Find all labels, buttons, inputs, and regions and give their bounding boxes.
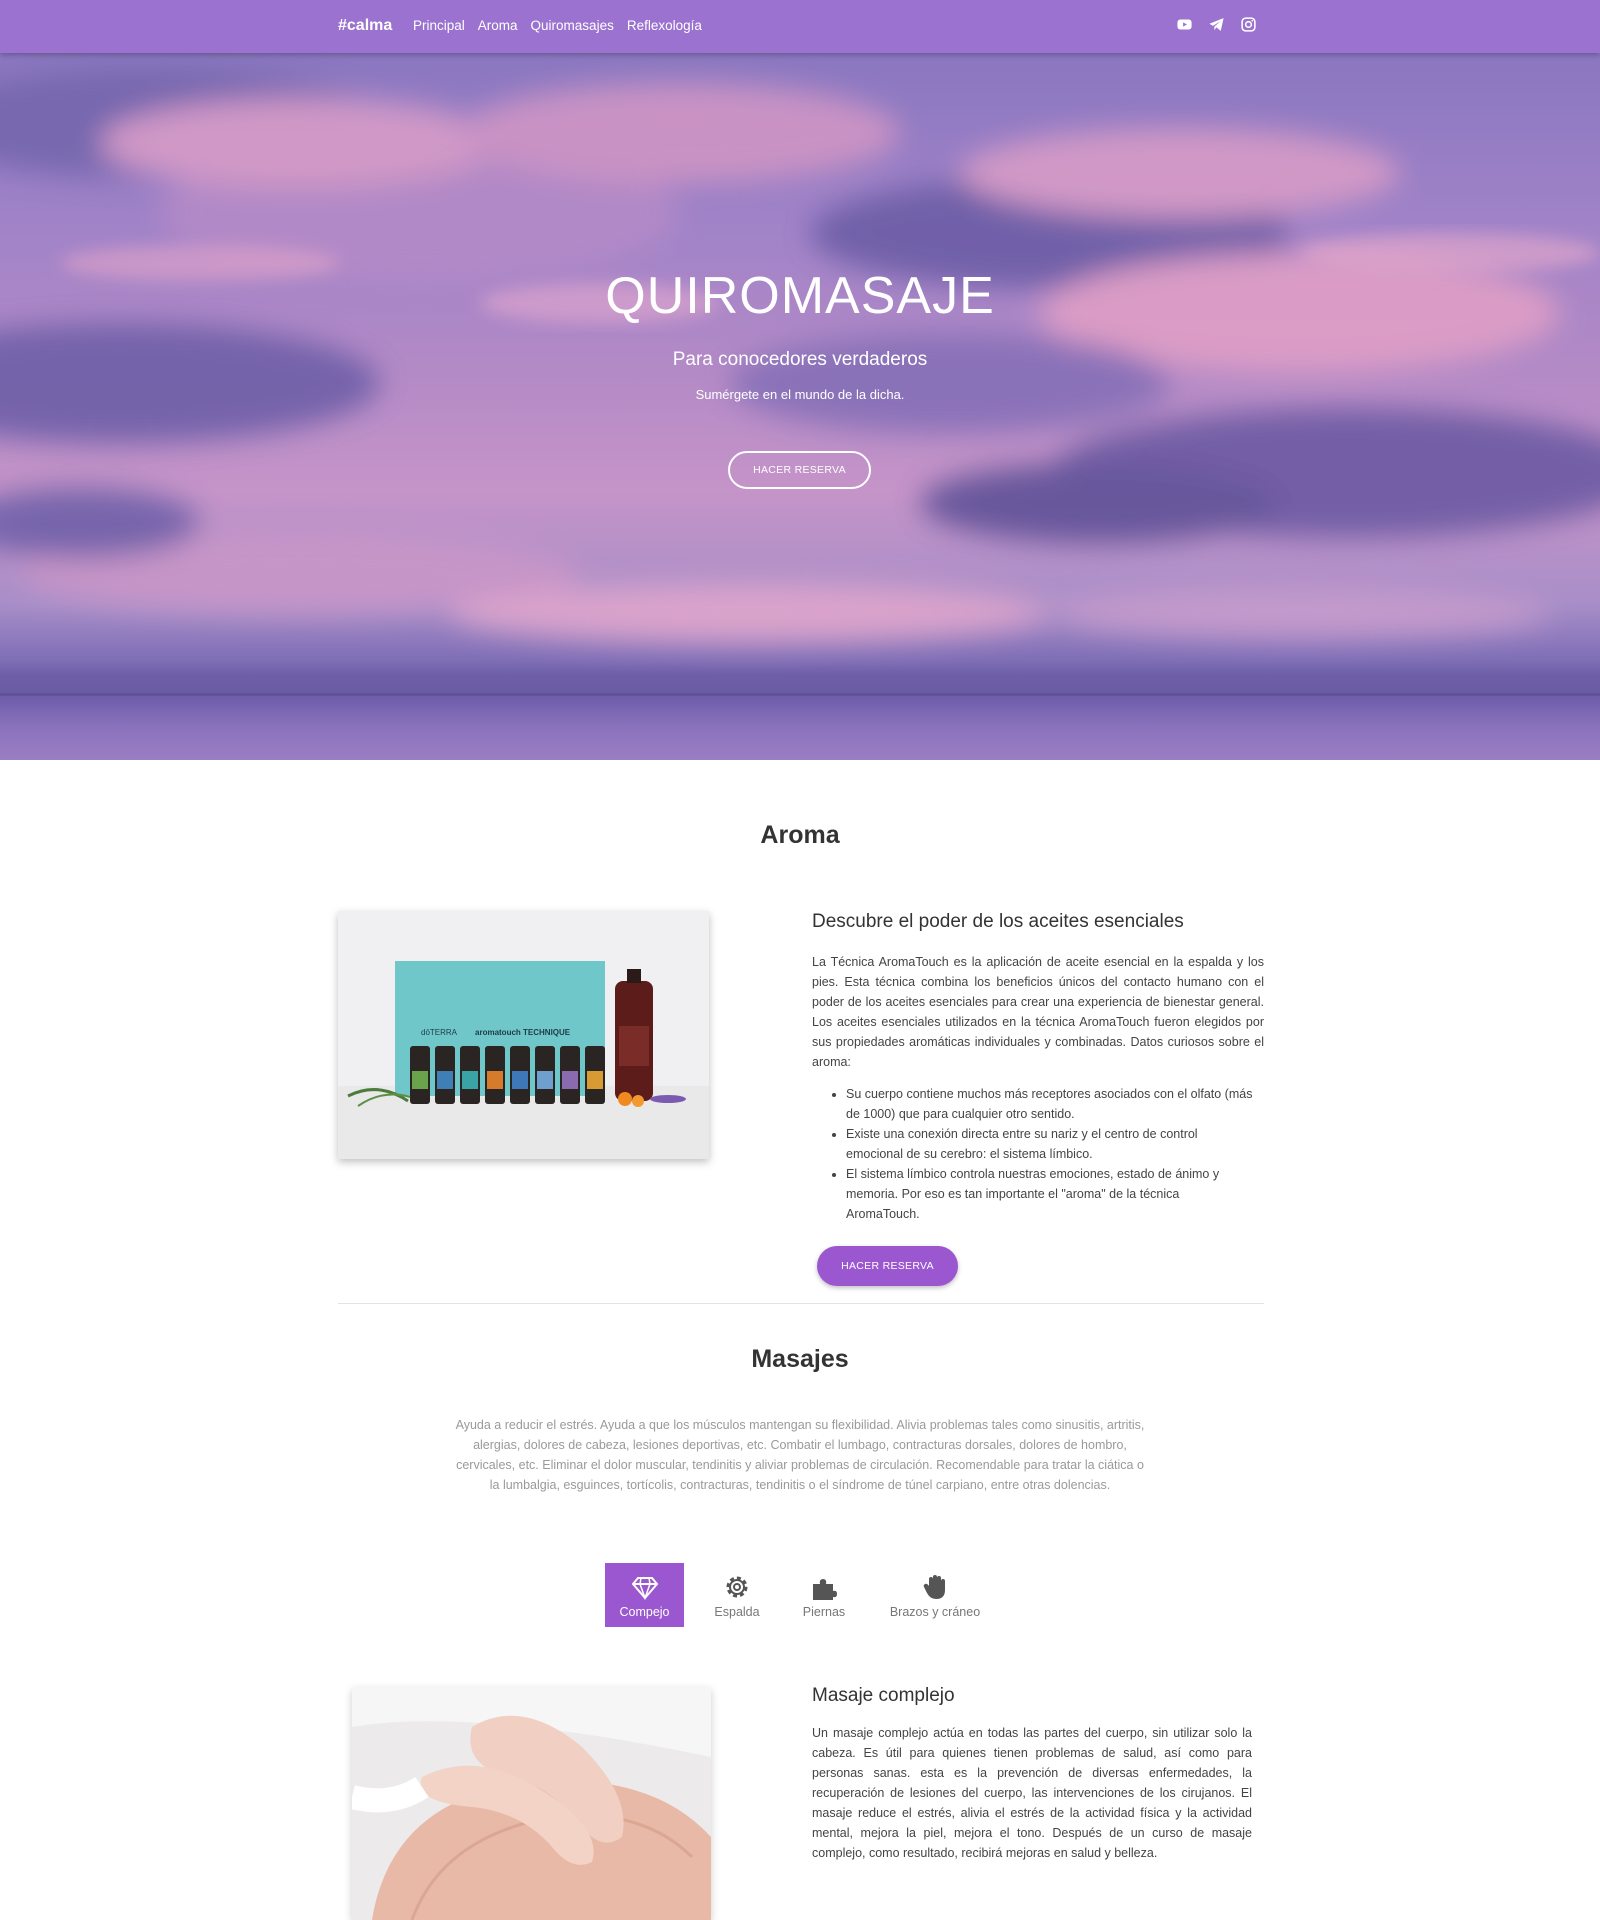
tab-complejo[interactable]: Compejo <box>605 1563 684 1627</box>
gear-icon <box>726 1576 748 1597</box>
tab-label: Compejo <box>619 1604 670 1619</box>
tab-label: Brazos y cráneo <box>889 1604 981 1619</box>
nav-link-aroma[interactable]: Aroma <box>478 18 518 33</box>
masaje-heading: Masaje complejo <box>812 1685 955 1706</box>
aroma-fact-item: Su cuerpo contiene muchos más receptores… <box>846 1084 1264 1124</box>
aroma-fact-item: El sistema límbico controla nuestras emo… <box>846 1164 1264 1224</box>
hero-subtitle: Para conocedores verdaderos <box>672 349 928 370</box>
masaje-complejo-image <box>352 1687 711 1920</box>
hero-sky-background <box>0 68 1600 760</box>
masaje-card-content: Masaje complejo Un masaje complejo actúa… <box>812 1685 1252 1863</box>
aroma-content: Descubre el poder de los aceites esencia… <box>812 911 1264 1224</box>
aroma-section-title: Aroma <box>760 821 840 849</box>
aroma-heading: Descubre el poder de los aceites esencia… <box>812 911 1184 932</box>
section-divider <box>338 1303 1264 1304</box>
tab-brazos-craneo[interactable]: Brazos y cráneo <box>873 1563 997 1627</box>
puzzle-icon <box>813 1578 837 1600</box>
instagram-icon[interactable] <box>1240 16 1257 33</box>
aroma-reserve-button[interactable]: HACER RESERVA <box>817 1246 958 1286</box>
tab-label: Piernas <box>802 1604 846 1619</box>
nav-link-principal[interactable]: Principal <box>413 18 465 33</box>
masajes-tabs: Compejo Espalda Piernas Brazos y cráneo <box>0 1563 1600 1627</box>
masajes-section-title: Masajes <box>751 1345 849 1373</box>
brand-logo[interactable]: #calma <box>338 17 392 35</box>
nav-links: Principal Aroma Quiromasajes Reflexologí… <box>413 18 702 33</box>
aroma-paragraph: La Técnica AromaTouch es la aplicación d… <box>812 955 1264 1069</box>
telegram-icon[interactable] <box>1208 16 1225 33</box>
youtube-icon[interactable] <box>1176 16 1193 33</box>
box-brand-text: dōTERRA <box>421 1028 458 1037</box>
hero-banner: QUIROMASAJE Para conocedores verdaderos … <box>0 53 1600 760</box>
box-product-text: aromatouch TECHNIQUE <box>475 1028 571 1037</box>
hero-title: QUIROMASAJE <box>605 267 995 325</box>
nav-link-quiromasajes[interactable]: Quiromasajes <box>531 18 614 33</box>
nav-link-reflexologia[interactable]: Reflexología <box>627 18 702 33</box>
aroma-fact-item: Existe una conexión directa entre su nar… <box>846 1124 1264 1164</box>
masajes-description: Ayuda a reducir el estrés. Ayuda a que l… <box>455 1418 1145 1492</box>
masaje-paragraph: Un masaje complejo actúa en todas las pa… <box>812 1726 1252 1860</box>
diamond-icon <box>631 1576 658 1600</box>
hero-tagline: Sumérgete en el mundo de la dicha. <box>695 387 905 402</box>
hand-icon <box>923 1574 945 1599</box>
aroma-product-image: dōTERRA aromatouch TECHNIQUE <box>338 911 709 1159</box>
tab-piernas[interactable]: Piernas <box>790 1563 858 1627</box>
navbar: #calma Principal Aroma Quiromasajes Refl… <box>0 0 1600 53</box>
aroma-facts-list: Su cuerpo contiene muchos más receptores… <box>812 1084 1264 1224</box>
tab-label: Espalda <box>714 1604 760 1619</box>
hero-reserve-button[interactable]: HACER RESERVA <box>728 451 871 489</box>
tab-espalda[interactable]: Espalda <box>699 1563 775 1627</box>
social-icons <box>1176 16 1257 33</box>
